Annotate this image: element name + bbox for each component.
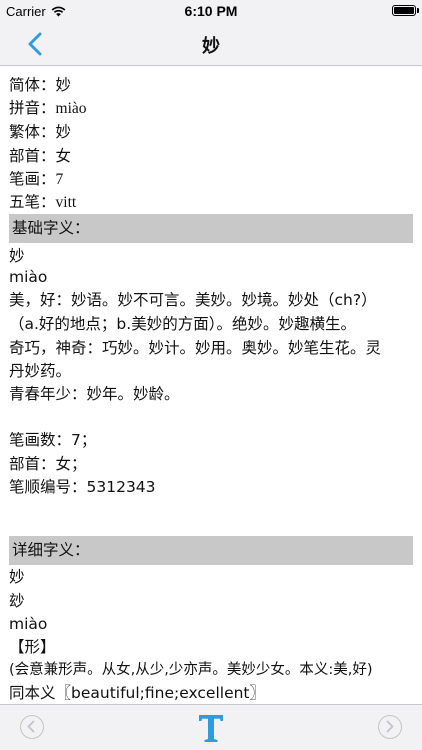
basic-meaning-line: 奇巧，神奇：巧妙。妙计。妙用。奥妙。妙笔生花。灵 bbox=[9, 339, 382, 357]
info-label: 简体： bbox=[9, 76, 56, 94]
info-row-strokes: 笔画：7 bbox=[9, 168, 63, 191]
detail-meaning-line: 妙 bbox=[9, 568, 25, 586]
info-row-pinyin: 拼音：miào bbox=[9, 97, 87, 120]
basic-meaning-line: 青春年少：妙年。妙龄。 bbox=[9, 385, 180, 403]
basic-meaning-line: 妙 bbox=[9, 247, 25, 265]
detail-meaning-line: 【形】 bbox=[9, 638, 56, 656]
info-label: 笔画： bbox=[9, 170, 56, 188]
detail-meaning-line: 玅 bbox=[9, 592, 25, 610]
basic-meaning-line: 笔顺编号：5312343 bbox=[9, 478, 156, 496]
status-time: 6:10 PM bbox=[184, 3, 238, 19]
info-value: miào bbox=[55, 100, 87, 117]
basic-meaning-line: 笔画数：7； bbox=[9, 431, 97, 449]
detail-meaning-line: (会意兼形声。从女,从少,少亦声。美妙少女。本义:美,好) bbox=[9, 662, 373, 678]
next-button[interactable] bbox=[378, 715, 402, 739]
chevron-right-icon bbox=[386, 720, 394, 733]
status-bar: Carrier 6:10 PM bbox=[0, 0, 422, 22]
info-value: 妙 bbox=[55, 76, 72, 94]
info-value: 妙 bbox=[55, 123, 72, 141]
text-format-icon bbox=[199, 715, 223, 742]
info-label: 部首： bbox=[9, 147, 56, 165]
info-label: 繁体： bbox=[9, 123, 56, 141]
nav-bar: 妙 bbox=[0, 22, 422, 66]
info-row-traditional: 繁体：妙 bbox=[9, 121, 71, 143]
basic-meaning-header: 基础字义： bbox=[9, 214, 413, 243]
battery-icon bbox=[392, 5, 419, 16]
content-area[interactable]: 简体：妙 拼音：miào 繁体：妙 部首：女 笔画：7 五笔：vitt 基础字义… bbox=[0, 66, 422, 704]
info-value: vitt bbox=[55, 194, 77, 211]
basic-meaning-line: 美，好：妙语。妙不可言。美妙。妙境。妙处（ch?） bbox=[9, 291, 377, 309]
basic-meaning-line: miào bbox=[9, 268, 48, 286]
info-value: 女 bbox=[55, 147, 72, 165]
basic-meaning-line: 部首：女； bbox=[9, 455, 87, 473]
info-label: 拼音： bbox=[9, 99, 56, 117]
info-row-wubi: 五笔：vitt bbox=[9, 191, 76, 214]
basic-meaning-line: （a.好的地点；b.美妙的方面）。绝妙。妙趣横生。 bbox=[9, 315, 356, 333]
info-label: 五笔： bbox=[9, 193, 56, 211]
detail-meaning-line: 同本义〖beautiful;fine;excellent〗 bbox=[9, 684, 266, 702]
font-size-button[interactable] bbox=[196, 710, 226, 746]
page-title: 妙 bbox=[202, 36, 220, 57]
info-value: 7 bbox=[55, 171, 64, 188]
detail-meaning-line: miào bbox=[9, 615, 48, 633]
previous-button[interactable] bbox=[20, 715, 44, 739]
info-row-radical: 部首：女 bbox=[9, 145, 71, 167]
chevron-left-icon bbox=[27, 720, 35, 733]
info-row-simplified: 简体：妙 bbox=[9, 74, 71, 96]
bottom-toolbar bbox=[0, 704, 422, 750]
detail-meaning-header: 详细字义： bbox=[9, 536, 413, 565]
basic-meaning-line: 丹妙药。 bbox=[9, 362, 72, 380]
